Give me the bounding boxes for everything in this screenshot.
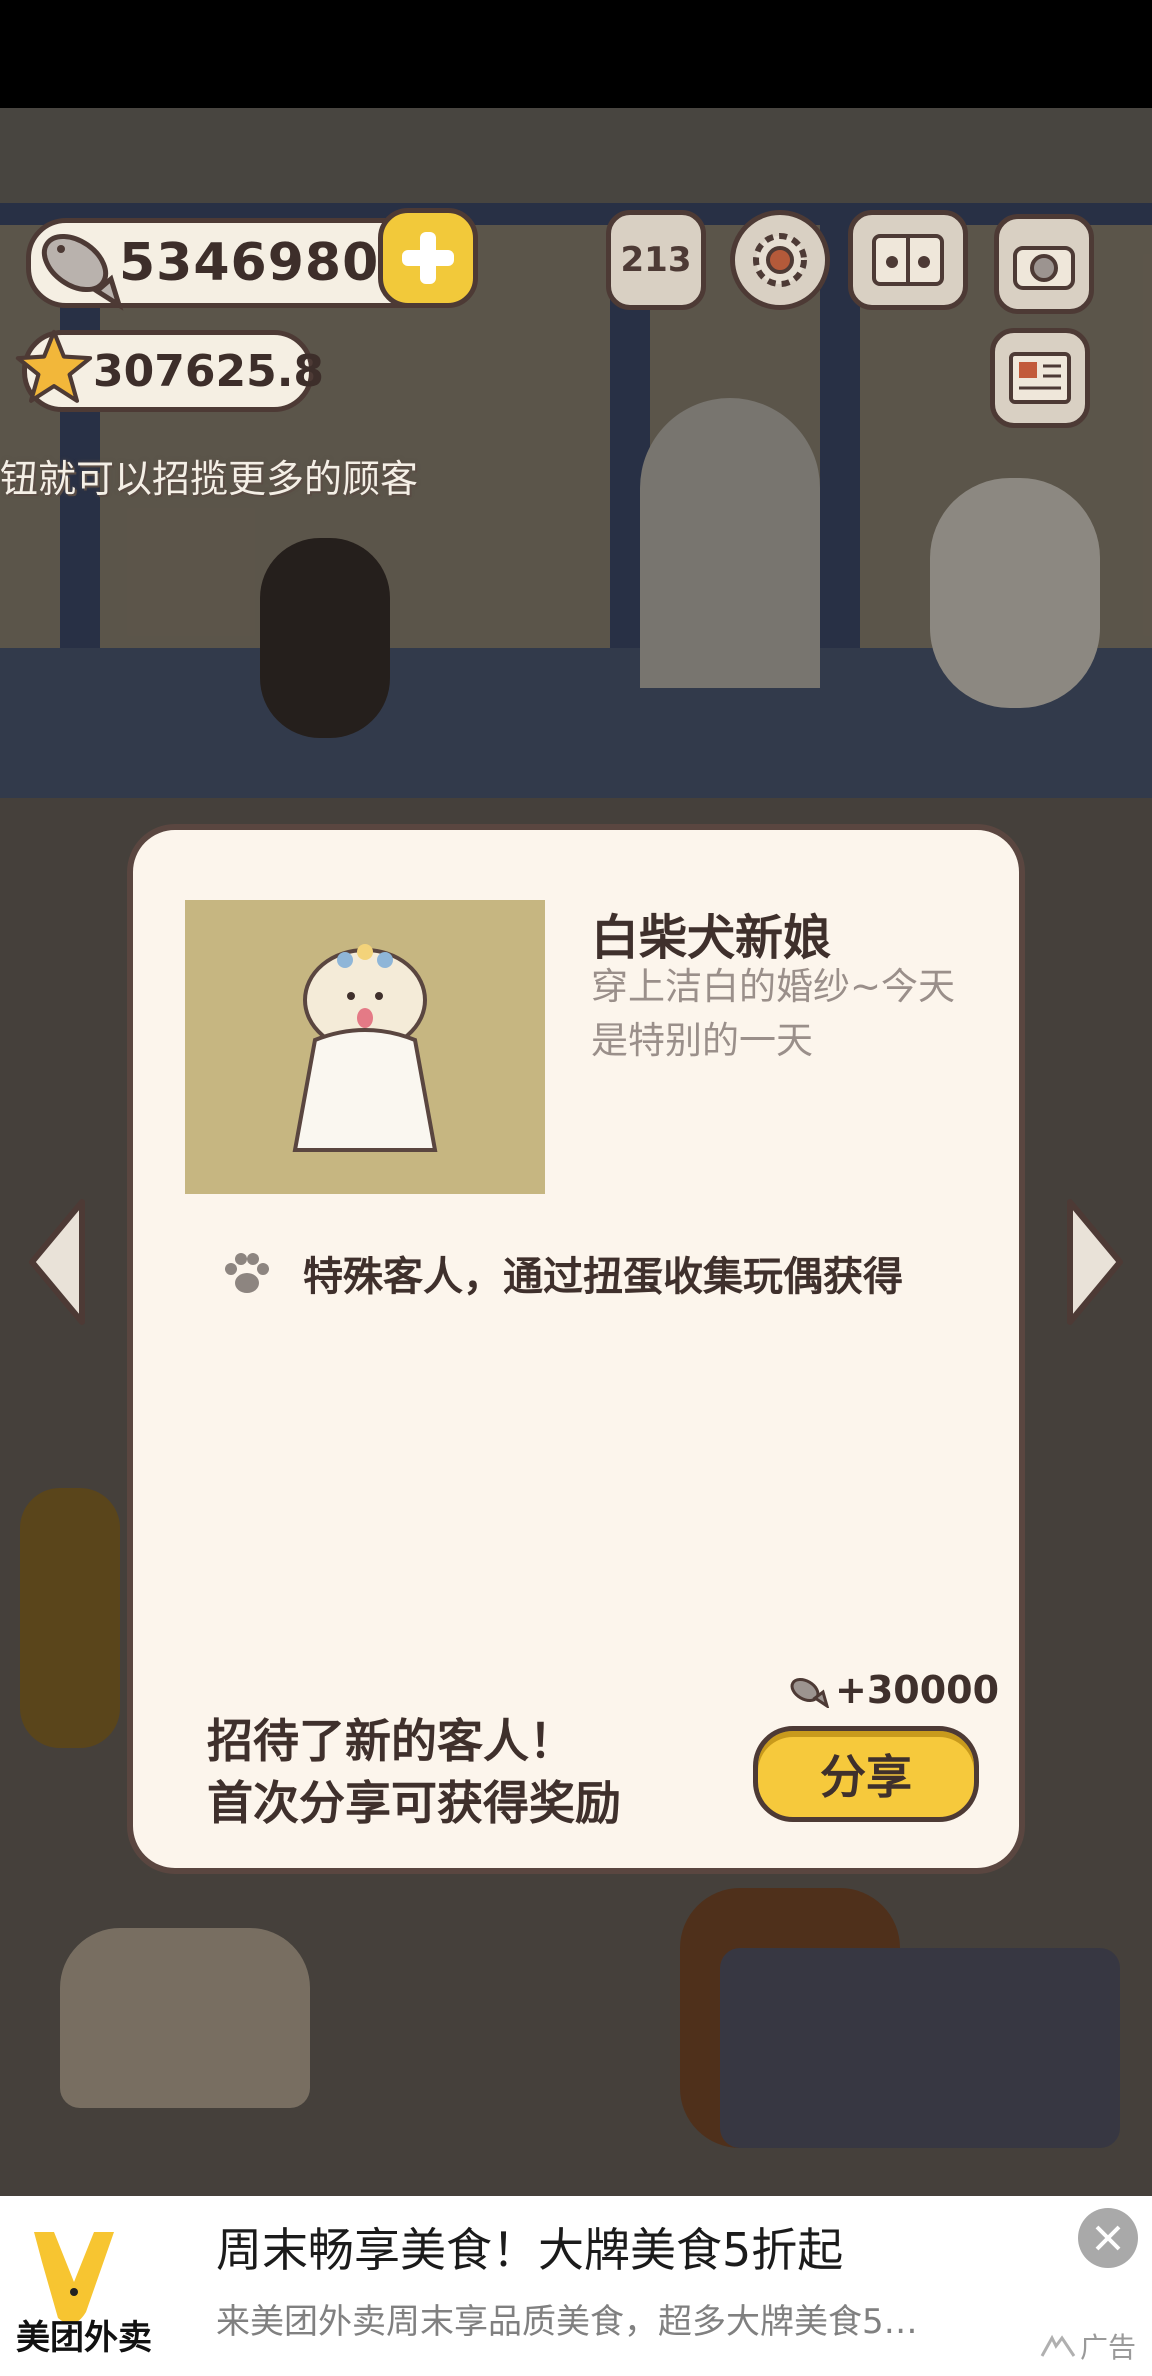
new-guest-line2: 首次分享可获得奖励 (207, 1776, 621, 1830)
status-bar (0, 0, 1152, 108)
next-arrow[interactable] (1060, 1192, 1130, 1332)
shiba-bride-image (292, 944, 438, 1152)
add-fish-button[interactable] (378, 208, 478, 308)
guest-description: 穿上洁白的婚纱~今天是特别的一天 (591, 965, 956, 1062)
ad-tag-label: 广告 (1080, 2331, 1137, 2364)
paw-icon (225, 1253, 269, 1293)
ad-banner[interactable]: 美团外卖 周末畅享美食！大牌美食5折起 来美团外卖周末享品质美食，超多大牌美食5… (0, 2196, 1152, 2376)
fish-icon (790, 1678, 830, 1708)
star-icon (15, 329, 93, 403)
ranking-icon: 213 (620, 240, 692, 280)
paw-book-icon (872, 234, 944, 286)
close-icon (1095, 2225, 1121, 2251)
ad-close-button[interactable] (1078, 2208, 1138, 2268)
guest-name: 白柴犬新娘 (591, 910, 832, 966)
hint-text: 钮就可以招揽更多的顾客 (0, 457, 419, 501)
collection-button[interactable] (848, 210, 968, 310)
share-reward: +30000 (787, 1668, 999, 1712)
game-scene[interactable]: 53469805 307625.8 213 钮就可以招揽更多的顾客 白柴犬新娘 … (0, 108, 1152, 2196)
guest-acquisition-info: 特殊客人，通过扭蛋收集玩偶获得 (221, 1244, 903, 1302)
reward-amount: +30000 (835, 1668, 1000, 1712)
ad-tag: 广告 (1040, 2326, 1136, 2366)
ranking-button[interactable]: 213 (606, 210, 706, 310)
settings-button[interactable] (730, 210, 830, 310)
new-guest-message: 招待了新的客人！ 首次分享可获得奖励 (207, 1710, 621, 1834)
acquisition-text: 特殊客人，通过扭蛋收集玩偶获得 (303, 1254, 903, 1300)
ad-network-icon (1040, 2334, 1076, 2357)
camera-icon (1013, 246, 1075, 290)
fish-count: 53469805 (119, 233, 417, 293)
prev-arrow[interactable] (22, 1192, 92, 1332)
ad-description[interactable]: 来美团外卖周末享品质美食，超多大牌美食5… (216, 2294, 996, 2343)
new-guest-modal: 白柴犬新娘 穿上洁白的婚纱~今天是特别的一天 特殊客人，通过扭蛋收集玩偶获得 招… (127, 824, 1025, 1874)
news-button[interactable] (990, 328, 1090, 428)
camera-button[interactable] (994, 214, 1094, 314)
new-guest-line1: 招待了新的客人！ (207, 1714, 575, 1768)
ad-brand: 美团外卖 (16, 2318, 152, 2358)
guest-portrait (185, 900, 545, 1194)
ad-title[interactable]: 周末畅享美食！大牌美食5折起 (216, 2214, 843, 2280)
plus-icon (402, 232, 454, 284)
star-currency: 307625.8 (15, 329, 324, 412)
star-count: 307625.8 (93, 345, 325, 397)
fish-icon (41, 233, 124, 311)
share-button[interactable]: 分享 (753, 1726, 979, 1822)
gear-icon (753, 233, 807, 287)
newspaper-icon (1009, 352, 1071, 404)
